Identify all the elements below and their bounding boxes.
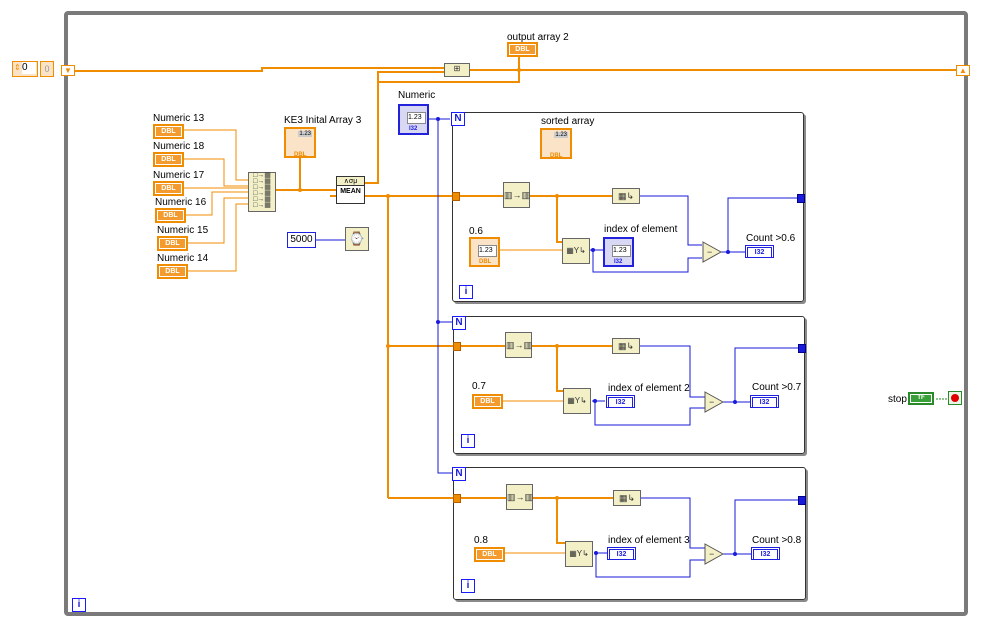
threshold-array-node[interactable]: ▦Y↳ xyxy=(562,238,590,264)
stop-button-terminal[interactable]: TF xyxy=(908,392,934,405)
build-array-icon: □→▦ □→▦ □→▦ □→▦ □→▦ □→▦ xyxy=(253,172,271,209)
shift-init-control[interactable]: ⇕ 0 xyxy=(12,61,38,77)
svg-text:−: − xyxy=(709,397,714,407)
loop-iteration-terminal: i xyxy=(461,579,475,593)
count-label: Count >0.8 xyxy=(752,535,802,546)
count-indicator: I32 xyxy=(750,395,779,408)
sort-array-node[interactable]: ▥→▥ xyxy=(506,484,533,510)
loop-count-terminal[interactable]: N xyxy=(452,467,466,481)
stop-if-true-icon xyxy=(951,394,959,402)
array-size-node[interactable]: ▦↳ xyxy=(612,338,640,354)
sorted-array-label: sorted array xyxy=(541,116,595,127)
stop-label: stop xyxy=(888,394,907,405)
svg-text:−: − xyxy=(709,549,714,559)
threshold-label: 0.8 xyxy=(474,535,488,546)
index-label: index of element xyxy=(604,224,678,235)
loop-iteration-terminal: i xyxy=(459,285,473,299)
count-label: Count >0.6 xyxy=(746,233,796,244)
index-label: index of element 2 xyxy=(608,383,690,394)
array-size-node[interactable]: ▦↳ xyxy=(612,188,640,204)
while-iteration-terminal: i xyxy=(72,598,86,612)
loop-count-terminal[interactable]: N xyxy=(452,316,466,330)
input-tunnel xyxy=(453,342,461,351)
threshold-array-node[interactable]: ▦Y↳ xyxy=(565,541,593,567)
loop-iteration-terminal: i xyxy=(461,434,475,448)
output-tunnel xyxy=(798,496,806,505)
threshold-icon: ▦Y↳ xyxy=(566,246,586,255)
sorted-array-indicator: 1.23 DBL xyxy=(540,128,572,159)
output-tunnel xyxy=(798,344,806,353)
numeric-control-label: Numeric xyxy=(398,90,436,101)
numeric-control[interactable]: 1.23 I32 xyxy=(398,104,429,135)
sort-array-icon: ▥→▥ xyxy=(506,340,533,350)
index-indicator: 1.23 I32 xyxy=(603,237,634,267)
numeric-terminal[interactable]: DBL xyxy=(157,264,188,279)
subtract-node[interactable]: − xyxy=(702,241,722,263)
output-array-terminal[interactable]: DBL xyxy=(507,42,538,57)
loop-count-terminal[interactable]: N xyxy=(451,112,465,126)
input-tunnel xyxy=(452,192,460,201)
array-size-icon: ▦↳ xyxy=(617,341,635,351)
initial-array-label: KE3 Inital Array 3 xyxy=(284,115,362,126)
index-indicator: I32 xyxy=(607,547,636,560)
numeric-terminal[interactable]: DBL xyxy=(153,124,184,139)
shift-indicator: 0 xyxy=(40,61,54,77)
build-array-node-top[interactable]: ⊞ xyxy=(444,63,470,77)
loop-condition-stop[interactable] xyxy=(948,391,962,405)
threshold-array-node[interactable]: ▦Y↳ xyxy=(563,388,591,414)
numeric-terminal[interactable]: DBL xyxy=(153,152,184,167)
sort-array-icon: ▥→▥ xyxy=(504,190,531,200)
array-size-icon: ▦↳ xyxy=(617,191,635,201)
index-label: index of element 3 xyxy=(608,535,690,546)
output-tunnel xyxy=(797,194,805,203)
threshold-icon: ▦Y↳ xyxy=(569,549,589,558)
subtract-node[interactable]: − xyxy=(704,391,724,413)
build-array-icon: ⊞ xyxy=(453,64,461,73)
subtract-node[interactable]: − xyxy=(704,543,724,565)
shift-register-right: ▲ xyxy=(956,65,970,76)
initial-array-control[interactable]: 1.23 DBL xyxy=(284,127,316,158)
statistics-icon: ∧σμ xyxy=(337,177,364,186)
array-size-node[interactable]: ▦↳ xyxy=(613,490,641,506)
sort-array-node[interactable]: ▥→▥ xyxy=(503,182,530,208)
svg-text:−: − xyxy=(707,247,712,257)
count-label: Count >0.7 xyxy=(752,382,802,393)
numeric-terminal[interactable]: DBL xyxy=(157,236,188,251)
threshold-label: 0.7 xyxy=(472,381,486,392)
shift-register-left: ▼ xyxy=(61,65,75,76)
mean-node[interactable]: ∧σμ MEAN xyxy=(336,176,365,204)
wait-ms-icon[interactable]: ⌚ xyxy=(345,227,369,251)
wait-constant[interactable]: 5000 xyxy=(287,232,316,248)
sort-array-icon: ▥→▥ xyxy=(507,492,534,502)
shift-init-value[interactable]: 0 xyxy=(22,62,36,74)
sort-array-node[interactable]: ▥→▥ xyxy=(505,332,532,358)
numeric-terminal[interactable]: DBL xyxy=(153,181,184,196)
threshold-control[interactable]: DBL xyxy=(472,394,503,409)
index-indicator: I32 xyxy=(606,395,635,408)
threshold-control[interactable]: DBL xyxy=(474,547,505,562)
threshold-control[interactable]: 1.23 DBL xyxy=(469,237,500,267)
input-tunnel xyxy=(453,494,461,503)
increment-icon[interactable]: ⇕ xyxy=(14,63,21,72)
threshold-icon: ▦Y↳ xyxy=(567,396,587,405)
count-indicator: I32 xyxy=(745,245,774,258)
numeric-terminal[interactable]: DBL xyxy=(155,208,186,223)
count-indicator: I32 xyxy=(751,547,780,560)
build-array-node[interactable]: □→▦ □→▦ □→▦ □→▦ □→▦ □→▦ xyxy=(248,172,276,212)
array-size-icon: ▦↳ xyxy=(618,493,636,503)
